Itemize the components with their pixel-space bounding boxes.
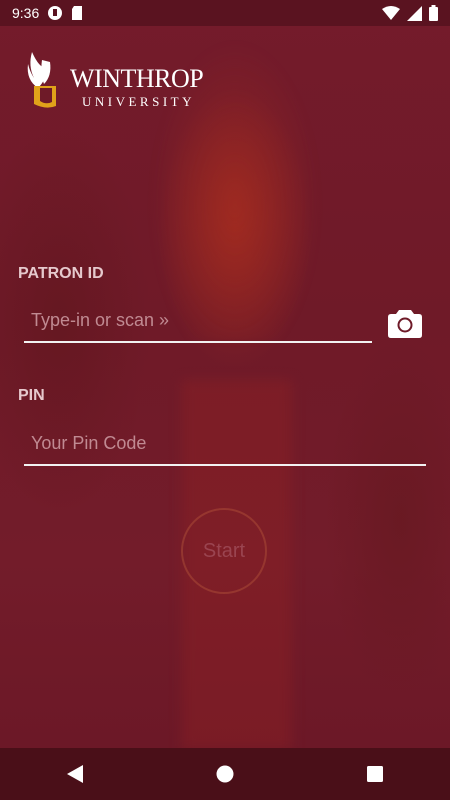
battery-icon bbox=[429, 5, 438, 21]
sd-card-icon bbox=[71, 5, 83, 21]
pocket-icon bbox=[47, 5, 63, 21]
patron-id-label: PATRON ID bbox=[18, 265, 104, 282]
eagle-emblem-icon bbox=[26, 50, 68, 110]
camera-icon[interactable] bbox=[388, 308, 422, 338]
pin-label: PIN bbox=[18, 387, 45, 404]
logo-subtitle: UNIVERSITY bbox=[82, 94, 195, 109]
logo-name: WINTHROP bbox=[70, 64, 204, 93]
winthrop-logo: WINTHROP UNIVERSITY bbox=[26, 50, 204, 110]
status-bar: 9:36 bbox=[0, 0, 450, 26]
home-icon[interactable] bbox=[205, 754, 245, 794]
navigation-bar bbox=[0, 748, 450, 800]
pin-input[interactable] bbox=[24, 430, 426, 466]
signal-icon bbox=[407, 5, 422, 21]
back-icon[interactable] bbox=[55, 754, 95, 794]
wifi-icon bbox=[382, 6, 400, 20]
start-button-label: Start bbox=[202, 539, 246, 562]
background-image bbox=[0, 0, 450, 800]
patron-id-input[interactable] bbox=[24, 307, 372, 343]
recents-icon[interactable] bbox=[355, 754, 395, 794]
start-button[interactable]: Start bbox=[181, 508, 267, 594]
status-time: 9:36 bbox=[12, 5, 40, 21]
